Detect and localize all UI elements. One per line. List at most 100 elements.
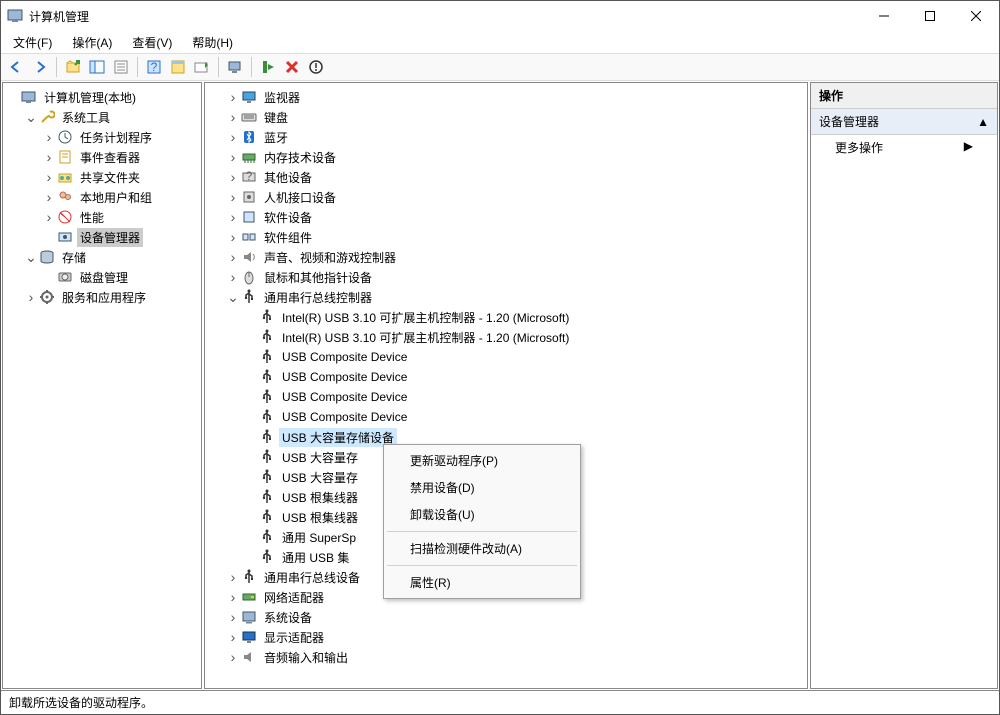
audio-icon — [241, 249, 257, 265]
tree-item[interactable]: ›声音、视频和游戏控制器 — [207, 247, 805, 267]
comp-icon — [241, 229, 257, 245]
menu-action[interactable]: 操作(A) — [68, 32, 116, 53]
tree-item[interactable]: ›软件组件 — [207, 227, 805, 247]
show-hide-tree-button[interactable] — [86, 56, 108, 78]
maximize-button[interactable] — [907, 1, 953, 31]
usb-icon — [259, 489, 275, 505]
expand-icon[interactable]: › — [225, 589, 241, 605]
toolbar-separator — [137, 57, 138, 77]
collapse-icon[interactable]: ⌄ — [225, 289, 241, 306]
tree-item[interactable]: ›显示适配器 — [207, 627, 805, 647]
tree-item[interactable]: Intel(R) USB 3.10 可扩展主机控制器 - 1.20 (Micro… — [207, 307, 805, 327]
tree-item[interactable]: 计算机管理(本地) — [5, 87, 199, 107]
tree-item[interactable]: ›系统设备 — [207, 607, 805, 627]
usb-icon — [259, 529, 275, 545]
scan-hardware-button[interactable] — [224, 56, 246, 78]
tree-item[interactable]: ›内存技术设备 — [207, 147, 805, 167]
tree-item[interactable]: ⌄通用串行总线控制器 — [207, 287, 805, 307]
console-tree[interactable]: 计算机管理(本地) ⌄ 系统工具›任务计划程序›事件查看器›共享文件夹›本地用户和组… — [3, 83, 201, 311]
tree-item[interactable]: ⌄ 系统工具 — [5, 107, 199, 127]
tree-item[interactable]: ⌄存储 — [5, 247, 199, 267]
expand-icon[interactable]: › — [225, 629, 241, 645]
tree-item[interactable]: ›服务和应用程序 — [5, 287, 199, 307]
expand-icon[interactable]: › — [225, 189, 241, 205]
tree-item[interactable]: ›共享文件夹 — [5, 167, 199, 187]
expand-icon[interactable]: › — [41, 129, 57, 145]
toolbar-button-7[interactable] — [191, 56, 213, 78]
expand-icon[interactable]: › — [41, 149, 57, 165]
actions-section[interactable]: 设备管理器 ▲ — [811, 109, 997, 135]
menu-file[interactable]: 文件(F) — [9, 32, 56, 53]
tree-item[interactable]: ›蓝牙 — [207, 127, 805, 147]
expand-icon[interactable]: › — [225, 149, 241, 165]
usb-icon — [259, 449, 275, 465]
expand-icon[interactable]: › — [225, 649, 241, 665]
tree-item[interactable]: 设备管理器 — [5, 227, 199, 247]
tree-item[interactable]: ›软件设备 — [207, 207, 805, 227]
back-button[interactable] — [5, 56, 27, 78]
forward-button[interactable] — [29, 56, 51, 78]
toolbar-separator — [218, 57, 219, 77]
context-menu-item[interactable]: 禁用设备(D) — [386, 474, 578, 501]
uninstall-button[interactable] — [281, 56, 303, 78]
expand-icon[interactable]: › — [225, 89, 241, 105]
help-button[interactable]: ? — [143, 56, 165, 78]
tree-item[interactable]: USB Composite Device — [207, 387, 805, 407]
bt-icon — [241, 129, 257, 145]
tree-item[interactable]: ›音频输入和输出 — [207, 647, 805, 667]
expand-icon[interactable]: › — [225, 609, 241, 625]
context-menu-item[interactable]: 卸载设备(U) — [386, 501, 578, 528]
net-icon — [241, 589, 257, 605]
expand-icon[interactable]: › — [225, 209, 241, 225]
expand-icon[interactable]: › — [23, 289, 39, 305]
menu-view[interactable]: 查看(V) — [128, 32, 176, 53]
expand-icon[interactable]: › — [225, 249, 241, 265]
tree-item[interactable]: ›本地用户和组 — [5, 187, 199, 207]
context-menu-item[interactable]: 更新驱动程序(P) — [386, 447, 578, 474]
toolbar-button-6[interactable] — [167, 56, 189, 78]
close-button[interactable] — [953, 1, 999, 31]
tree-item-label: 系统工具 — [59, 108, 113, 127]
tree-item[interactable]: USB Composite Device — [207, 367, 805, 387]
expand-icon[interactable]: › — [225, 569, 241, 585]
expand-icon[interactable]: › — [225, 169, 241, 185]
context-menu-item[interactable]: 属性(R) — [386, 569, 578, 596]
context-menu: 更新驱动程序(P)禁用设备(D)卸载设备(U) 扫描检测硬件改动(A) 属性(R) — [383, 444, 581, 599]
properties-button[interactable] — [110, 56, 132, 78]
expand-icon[interactable]: › — [225, 109, 241, 125]
expand-icon[interactable]: › — [41, 189, 57, 205]
collapse-icon[interactable]: ⌄ — [23, 249, 39, 266]
tree-item[interactable]: Intel(R) USB 3.10 可扩展主机控制器 - 1.20 (Micro… — [207, 327, 805, 347]
minimize-button[interactable] — [861, 1, 907, 31]
expand-icon[interactable]: › — [41, 169, 57, 185]
expand-icon[interactable]: › — [41, 209, 57, 225]
share-icon — [57, 169, 73, 185]
tree-item[interactable]: USB Composite Device — [207, 347, 805, 367]
tree-item[interactable]: ›任务计划程序 — [5, 127, 199, 147]
sched-icon — [57, 129, 73, 145]
tree-item[interactable]: ›鼠标和其他指针设备 — [207, 267, 805, 287]
expand-icon[interactable]: › — [225, 129, 241, 145]
expand-icon[interactable]: › — [225, 269, 241, 285]
enable-button[interactable] — [257, 56, 279, 78]
tree-item[interactable]: ›性能 — [5, 207, 199, 227]
tree-item-label: 通用 SuperSp — [279, 528, 359, 547]
actions-more[interactable]: 更多操作 ▶ — [811, 135, 997, 160]
tree-item[interactable]: ›人机接口设备 — [207, 187, 805, 207]
tree-item-label: USB Composite Device — [279, 369, 410, 385]
tree-item[interactable]: ›监视器 — [207, 87, 805, 107]
tree-item[interactable]: 磁盘管理 — [5, 267, 199, 287]
update-driver-button[interactable] — [305, 56, 327, 78]
chevron-right-icon: ▶ — [964, 139, 973, 156]
tree-item[interactable]: ›?其他设备 — [207, 167, 805, 187]
tree-item-label: Intel(R) USB 3.10 可扩展主机控制器 - 1.20 (Micro… — [279, 308, 572, 327]
expand-icon[interactable]: › — [225, 229, 241, 245]
tree-item[interactable]: ›键盘 — [207, 107, 805, 127]
menu-help[interactable]: 帮助(H) — [188, 32, 237, 53]
storage-icon — [39, 249, 55, 265]
context-menu-item[interactable]: 扫描检测硬件改动(A) — [386, 535, 578, 562]
tree-item[interactable]: USB Composite Device — [207, 407, 805, 427]
tree-item[interactable]: ›事件查看器 — [5, 147, 199, 167]
up-button[interactable] — [62, 56, 84, 78]
collapse-icon[interactable]: ⌄ — [23, 109, 39, 126]
